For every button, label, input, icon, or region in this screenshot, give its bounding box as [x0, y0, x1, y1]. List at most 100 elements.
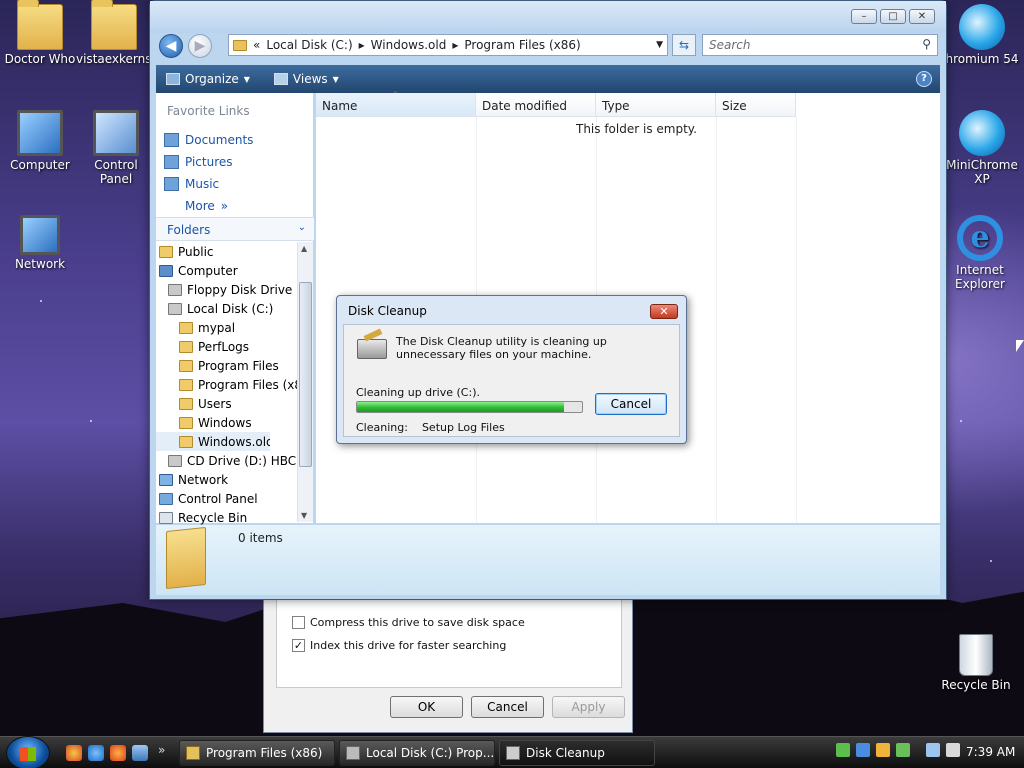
folder-icon [179, 397, 193, 410]
taskbar-item-local-disk-properties[interactable]: Local Disk (C:) Prop... [339, 740, 495, 766]
folder-icon [179, 321, 193, 334]
apply-button[interactable]: Apply [552, 696, 625, 718]
firefox-quicklaunch-icon[interactable] [110, 745, 126, 761]
column-header-size[interactable]: Size [716, 93, 796, 117]
column-header-date-modified[interactable]: Date modified [476, 93, 596, 117]
column-header-name[interactable]: Name ⌃ [316, 90, 476, 117]
tray-network-sync-icon[interactable] [836, 743, 850, 757]
maximize-button[interactable]: □ [880, 9, 906, 24]
address-dropdown-icon[interactable]: ▼ [656, 40, 663, 50]
tree-item-program-files-x86[interactable]: Program Files (x86 [156, 375, 298, 394]
item-count: 0 items [238, 531, 283, 545]
desktop-icon-minichrome[interactable]: MiniChrome XP [940, 110, 1024, 186]
quicklaunch-overflow-icon[interactable]: » [158, 743, 165, 757]
folders-header[interactable]: Folders ⌄ [156, 217, 314, 241]
tray-volume-muted-icon[interactable] [946, 743, 960, 757]
desktop-icon-internet-explorer[interactable]: e Internet Explorer [940, 215, 1020, 291]
tree-scrollbar[interactable]: ▲ ▼ [297, 242, 313, 522]
breadcrumb-item[interactable]: Program Files (x86) [464, 38, 580, 52]
back-arrow-icon: ◀ [165, 38, 177, 54]
organize-menu[interactable]: Organize ▼ [166, 72, 250, 86]
address-bar[interactable]: « Local Disk (C:) ▸ Windows.old ▸ Progra… [228, 34, 668, 56]
chevron-down-icon: ▼ [332, 74, 339, 84]
tray-security-shield-icon[interactable] [876, 743, 890, 757]
back-button[interactable]: ◀ [159, 34, 183, 58]
breadcrumb-item[interactable]: Local Disk (C:) [266, 38, 352, 52]
index-checkbox[interactable]: ✓ Index this drive for faster searching [292, 639, 506, 652]
tree-item-users[interactable]: Users [156, 394, 298, 413]
properties-cancel-button[interactable]: Cancel [471, 696, 544, 718]
views-menu[interactable]: Views ▼ [273, 72, 339, 86]
floppy-drive-icon [168, 283, 182, 296]
scroll-up-icon[interactable]: ▲ [301, 244, 307, 253]
dialog-close-button[interactable]: ✕ [650, 304, 678, 319]
search-input[interactable]: Search ⚲ [702, 34, 938, 56]
collapse-chevron-icon[interactable]: ⌄ [298, 222, 306, 233]
breadcrumb-item[interactable]: Windows.old [371, 38, 447, 52]
breadcrumb-overflow[interactable]: « [253, 38, 260, 52]
ie-quicklaunch-icon[interactable] [88, 745, 104, 761]
chrome-quicklaunch-icon[interactable] [66, 745, 82, 761]
tree-item-network[interactable]: Network [156, 470, 298, 489]
control-panel-icon [159, 492, 173, 505]
taskbar-item-program-files[interactable]: Program Files (x86) [179, 740, 335, 766]
tree-item-control-panel[interactable]: Control Panel [156, 489, 298, 508]
column-divider [716, 117, 717, 523]
sort-indicator-icon: ⌃ [392, 90, 399, 99]
forward-button[interactable]: ▶ [188, 34, 212, 58]
tray-network-icon[interactable] [926, 743, 940, 757]
desktop-icon-computer[interactable]: Computer [2, 110, 78, 172]
views-icon [273, 73, 288, 85]
help-icon[interactable]: ? [916, 71, 932, 87]
compress-checkbox[interactable]: Compress this drive to save disk space [292, 616, 525, 629]
index-checkbox-box[interactable]: ✓ [292, 639, 305, 652]
desktop-icon-control-panel[interactable]: Control Panel [78, 110, 154, 186]
show-desktop-icon[interactable] [132, 745, 148, 761]
tree-item-cd-drive[interactable]: CD Drive (D:) HBCD_ [156, 451, 298, 470]
folder-tree: Public Computer Floppy Disk Drive (A Loc… [156, 242, 298, 527]
desktop-icon-recycle-bin[interactable]: Recycle Bin [937, 634, 1015, 692]
desktop-icon-chromium[interactable]: hromium 54 [940, 4, 1024, 66]
minimize-button[interactable]: – [851, 9, 877, 24]
taskbar: » Program Files (x86) Local Disk (C:) Pr… [0, 736, 1024, 768]
empty-folder-message: This folder is empty. [576, 122, 697, 136]
tree-item-windows[interactable]: Windows [156, 413, 298, 432]
tree-item-computer[interactable]: Computer [156, 261, 298, 280]
compress-checkbox-box[interactable] [292, 616, 305, 629]
scroll-down-icon[interactable]: ▼ [301, 511, 307, 520]
folder-icon [179, 359, 193, 372]
favorite-link-music[interactable]: Music [156, 173, 313, 195]
breadcrumb-separator-icon[interactable]: ▸ [452, 38, 458, 52]
scrollbar-thumb[interactable] [299, 282, 312, 467]
folder-icon [179, 416, 193, 429]
favorite-link-documents[interactable]: Documents [156, 129, 313, 151]
taskbar-item-disk-cleanup[interactable]: Disk Cleanup [499, 740, 655, 766]
search-icon[interactable]: ⚲ [922, 37, 931, 51]
tree-item-local-disk[interactable]: Local Disk (C:) [156, 299, 298, 318]
cleanup-cancel-button[interactable]: Cancel [595, 393, 667, 415]
tree-item-windows-old[interactable]: Windows.old [156, 432, 270, 451]
refresh-button[interactable]: ⇆ [672, 34, 696, 56]
tree-item-perflogs[interactable]: PerfLogs [156, 337, 298, 356]
tray-update-icon[interactable] [856, 743, 870, 757]
start-button[interactable] [6, 736, 50, 768]
close-button[interactable]: ✕ [909, 9, 935, 24]
desktop-icon-vistaexkerns[interactable]: vistaexkerns... [76, 0, 163, 66]
favorite-links-title: Favorite Links [167, 104, 250, 118]
desktop-icon-doctor-who[interactable]: Doctor Who [2, 0, 78, 66]
tree-item-public[interactable]: Public [156, 242, 298, 261]
favorite-link-more[interactable]: More» [156, 195, 313, 217]
hard-drive-icon [168, 302, 182, 315]
tree-item-program-files[interactable]: Program Files [156, 356, 298, 375]
taskbar-clock[interactable]: 7:39 AM [966, 745, 1015, 759]
local-disk-properties-dialog: Compress this drive to save disk space ✓… [263, 598, 633, 733]
tree-item-floppy[interactable]: Floppy Disk Drive (A [156, 280, 298, 299]
tray-green-icon[interactable] [896, 743, 910, 757]
chromium-icon [959, 4, 1005, 50]
ok-button[interactable]: OK [390, 696, 463, 718]
breadcrumb-separator-icon[interactable]: ▸ [359, 38, 365, 52]
desktop-icon-network[interactable]: Network [2, 215, 78, 271]
favorite-link-pictures[interactable]: Pictures [156, 151, 313, 173]
column-header-type[interactable]: Type [596, 93, 716, 117]
tree-item-mypal[interactable]: mypal [156, 318, 298, 337]
